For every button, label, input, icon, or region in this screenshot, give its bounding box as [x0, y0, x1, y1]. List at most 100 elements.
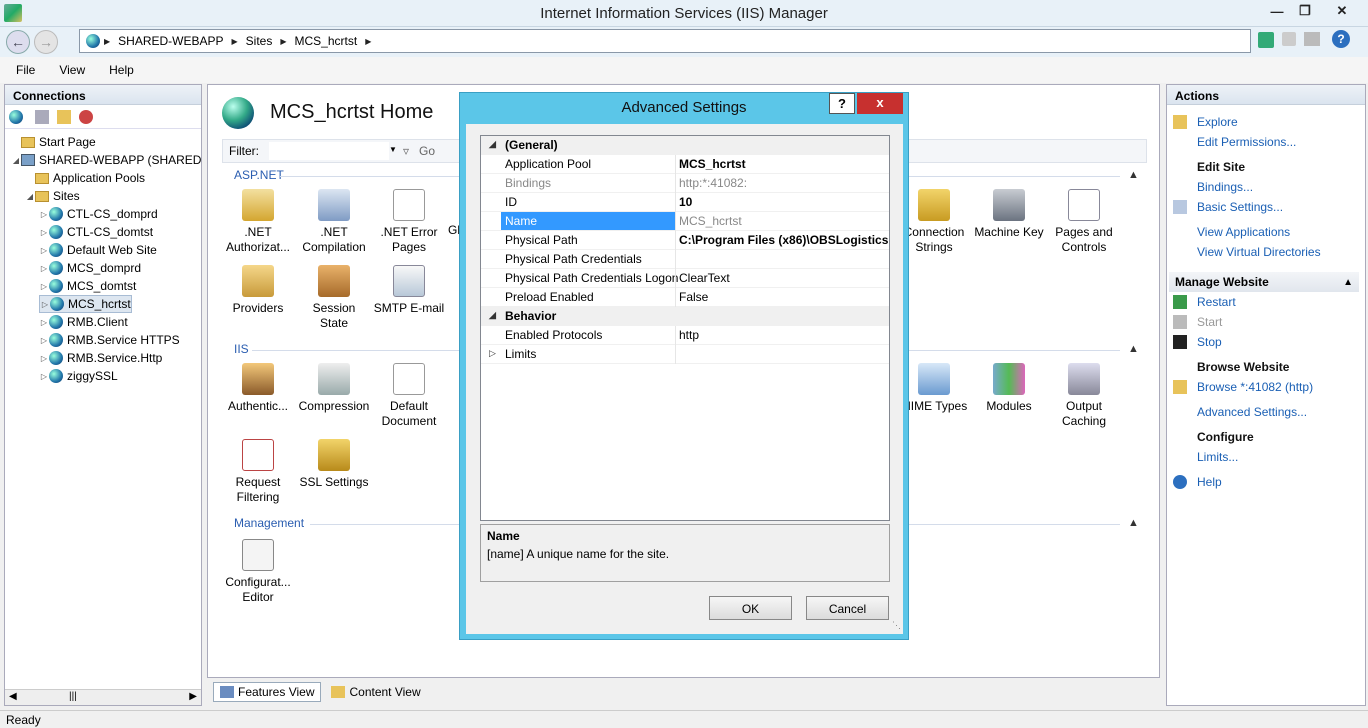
up-folder-icon[interactable]: [57, 109, 71, 124]
feature-net-authorization[interactable]: .NET Authorizat...: [222, 189, 294, 255]
tree-item[interactable]: Start Page: [11, 133, 96, 151]
property-row[interactable]: Bindings http:*:41082:: [481, 174, 889, 193]
tree-item[interactable]: ◢ SHARED-WEBAPP (SHARED-V: [11, 151, 201, 169]
expand-toggle-icon[interactable]: ▷: [39, 282, 49, 291]
dialog-close-button[interactable]: x: [857, 93, 903, 114]
action-explore[interactable]: Explore: [1173, 115, 1238, 129]
expand-toggle-icon[interactable]: ◢: [489, 139, 496, 150]
expand-toggle-icon[interactable]: ▷: [40, 300, 50, 309]
tree-item[interactable]: ▷ Default Web Site: [39, 241, 157, 259]
expand-toggle-icon[interactable]: ▷: [39, 210, 49, 219]
collapse-aspnet-icon[interactable]: ▲: [1128, 169, 1139, 181]
tree-item[interactable]: ▷ MCS_hcrtst: [39, 295, 132, 313]
property-row[interactable]: Physical Path C:\Program Files (x86)\OBSL…: [481, 231, 889, 250]
feature-machine-key[interactable]: Machine Key: [973, 189, 1045, 240]
property-category[interactable]: ◢ (General): [481, 136, 889, 155]
feature-compression[interactable]: Compression: [298, 363, 370, 414]
dialog-help-button[interactable]: ?: [829, 93, 855, 114]
expand-toggle-icon[interactable]: ▷: [39, 264, 49, 273]
feature-configuration-editor[interactable]: Configurat... Editor: [222, 539, 294, 605]
action-edit-permissions[interactable]: Edit Permissions...: [1173, 135, 1296, 149]
feature-default-document[interactable]: Default Document: [373, 363, 445, 429]
breadcrumb-server[interactable]: SHARED-WEBAPP: [118, 34, 223, 48]
breadcrumb-sites[interactable]: Sites: [246, 34, 273, 48]
property-category[interactable]: ◢ Behavior: [481, 307, 889, 326]
refresh-icon[interactable]: [1258, 32, 1274, 48]
tree-item[interactable]: ▷ ziggySSL: [39, 367, 118, 385]
action-limits[interactable]: Limits...: [1173, 450, 1238, 464]
tab-features-view[interactable]: Features View: [213, 682, 322, 702]
tree-item[interactable]: Application Pools: [25, 169, 145, 187]
go-button[interactable]: Go: [419, 144, 435, 158]
property-row[interactable]: Name MCS_hcrtst: [481, 212, 889, 231]
feature-net-compilation[interactable]: .NET Compilation: [298, 189, 370, 255]
breadcrumb[interactable]: ▶ SHARED-WEBAPP ▶ Sites ▶ MCS_hcrtst ▶: [79, 29, 1251, 53]
property-row[interactable]: Enabled Protocols http: [481, 326, 889, 345]
action-browse-41082-http[interactable]: Browse *:41082 (http): [1173, 380, 1313, 394]
action-view-applications[interactable]: View Applications: [1173, 225, 1290, 239]
collapse-management-icon[interactable]: ▲: [1128, 517, 1139, 529]
tree-item[interactable]: ▷ CTL-CS_domprd: [39, 205, 158, 223]
property-grid[interactable]: ◢ (General) Application Pool MCS_hcrtst Bind…: [480, 135, 890, 521]
filter-input[interactable]: [269, 142, 389, 160]
forward-button[interactable]: →: [34, 30, 58, 54]
action-stop[interactable]: Stop: [1173, 335, 1222, 349]
feature-smtp-email[interactable]: SMTP E-mail: [373, 265, 445, 316]
tree-item[interactable]: ▷ MCS_domtst: [39, 277, 136, 295]
feature-output-caching[interactable]: Output Caching: [1048, 363, 1120, 429]
tree-item[interactable]: ▷ RMB.Service HTTPS: [39, 331, 180, 349]
feature-modules[interactable]: Modules: [973, 363, 1045, 414]
action-help[interactable]: Help: [1173, 475, 1222, 489]
back-button[interactable]: ←: [6, 30, 30, 54]
connect-icon[interactable]: [9, 109, 23, 124]
action-view-virtual-directories[interactable]: View Virtual Directories: [1173, 245, 1321, 259]
filter-dropdown-icon[interactable]: ▼: [389, 145, 397, 154]
feature-session-state[interactable]: Session State: [298, 265, 370, 331]
tree-item[interactable]: ▷ RMB.Client: [39, 313, 128, 331]
collapse-section-icon[interactable]: ▲: [1343, 277, 1353, 288]
menu-help[interactable]: Help: [101, 63, 142, 77]
expand-toggle-icon[interactable]: ▷: [39, 354, 49, 363]
expand-toggle-icon[interactable]: ▷: [39, 318, 49, 327]
tree-item[interactable]: ▷ CTL-CS_domtst: [39, 223, 153, 241]
tab-content-view[interactable]: Content View: [325, 683, 426, 701]
ok-button[interactable]: OK: [709, 596, 792, 620]
expand-toggle-icon[interactable]: ▷: [489, 348, 496, 359]
connections-scrollbar[interactable]: ◀ ||| ▶: [5, 689, 201, 705]
menu-view[interactable]: View: [51, 63, 93, 77]
collapse-iis-icon[interactable]: ▲: [1128, 343, 1139, 355]
cancel-button[interactable]: Cancel: [806, 596, 889, 620]
tree-item[interactable]: ▷ RMB.Service.Http: [39, 349, 162, 367]
action-advanced-settings[interactable]: Advanced Settings...: [1173, 405, 1307, 419]
property-row[interactable]: Preload Enabled False: [481, 288, 889, 307]
property-row[interactable]: Physical Path Credentials: [481, 250, 889, 269]
menu-file[interactable]: File: [8, 63, 43, 77]
feature-net-error-pages[interactable]: .NET Error Pages: [373, 189, 445, 255]
tree-item[interactable]: ▷ MCS_domprd: [39, 259, 141, 277]
stop-icon[interactable]: [1282, 32, 1296, 46]
property-row[interactable]: ID 10: [481, 193, 889, 212]
action-bindings[interactable]: Bindings...: [1173, 180, 1253, 194]
resize-grip-icon[interactable]: ⋱: [892, 620, 901, 631]
save-icon[interactable]: [35, 109, 49, 124]
expand-toggle-icon[interactable]: ▷: [39, 228, 49, 237]
home-icon[interactable]: [1304, 32, 1320, 46]
action-basic-settings[interactable]: Basic Settings...: [1173, 200, 1283, 214]
expand-toggle-icon[interactable]: ▷: [39, 336, 49, 345]
feature-pages-controls[interactable]: Pages and Controls: [1048, 189, 1120, 255]
property-row[interactable]: Physical Path Credentials Logon ClearText: [481, 269, 889, 288]
breadcrumb-site[interactable]: MCS_hcrtst: [295, 34, 358, 48]
minimize-button[interactable]: —: [1264, 0, 1290, 22]
expand-toggle-icon[interactable]: ◢: [489, 310, 496, 321]
feature-request-filtering[interactable]: Request Filtering: [222, 439, 294, 505]
feature-providers[interactable]: Providers: [222, 265, 294, 316]
feature-ssl-settings[interactable]: SSL Settings: [298, 439, 370, 490]
tree-item[interactable]: ◢ Sites: [25, 187, 80, 205]
close-window-button[interactable]: ✕: [1320, 0, 1364, 22]
property-row[interactable]: ▷ Limits: [481, 345, 889, 364]
expand-toggle-icon[interactable]: ▷: [39, 372, 49, 381]
expand-toggle-icon[interactable]: ◢: [11, 156, 21, 165]
property-row[interactable]: Application Pool MCS_hcrtst: [481, 155, 889, 174]
expand-toggle-icon[interactable]: ◢: [25, 192, 35, 201]
disconnect-icon[interactable]: [79, 109, 93, 124]
